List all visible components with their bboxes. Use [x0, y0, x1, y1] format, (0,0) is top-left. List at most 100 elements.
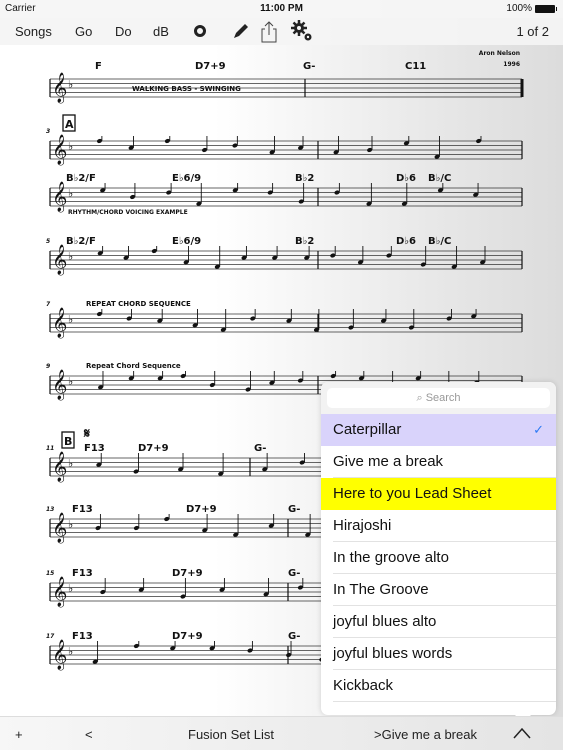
chord-symbol: D7+9	[172, 568, 203, 579]
key-signature-flat: ♭	[68, 314, 73, 326]
set-list-title[interactable]: Fusion Set List	[188, 727, 274, 742]
battery-icon	[535, 4, 557, 13]
rehearsal-mark: A	[65, 118, 74, 131]
chord-symbol: B♭/C	[428, 173, 451, 184]
song-title: In the groove alto	[333, 549, 449, 566]
battery-percent: 100%	[506, 3, 532, 14]
measure-number: 7	[46, 301, 51, 308]
db-button[interactable]: dB	[153, 24, 169, 39]
treble-clef: 𝄞	[52, 181, 67, 213]
page-indicator: 1 of 2	[516, 24, 549, 39]
song-list-item[interactable]: Caterpillar ✓	[321, 414, 556, 446]
record-icon[interactable]	[193, 24, 207, 38]
chord-symbol: D7+9	[172, 631, 203, 642]
key-signature-flat: ♭	[68, 519, 73, 531]
staff-system: 𝄞 ♭	[49, 114, 523, 166]
search-placeholder: Search	[425, 392, 461, 404]
key-signature-flat: ♭	[68, 79, 73, 91]
treble-clef: 𝄞	[52, 72, 67, 104]
chord-symbol: G-	[303, 61, 315, 72]
song-list-item[interactable]: Kickback	[321, 670, 556, 702]
song-list-item[interactable]: In the groove alto	[321, 542, 556, 574]
song-title: Hirajoshi	[333, 517, 392, 534]
chord-symbol: B♭2/F	[66, 236, 96, 247]
pencil-icon[interactable]	[230, 21, 250, 41]
song-title: Caterpillar	[333, 421, 402, 438]
chord-symbol: G-	[254, 443, 266, 454]
song-list-item[interactable]: joyful blues alto	[321, 606, 556, 638]
status-bar: Carrier 11:00 PM 100%	[0, 0, 563, 18]
key-signature-flat: ♭	[68, 188, 73, 200]
treble-clef: 𝄞	[52, 512, 67, 544]
chord-symbol: D♭6	[396, 173, 416, 184]
chord-symbol: F13	[84, 443, 105, 454]
do-button[interactable]: Do	[115, 24, 132, 39]
chord-symbol: G-	[288, 631, 300, 642]
chord-symbol: G-	[288, 568, 300, 579]
key-signature-flat: ♭	[68, 458, 73, 470]
song-title: Here to you Lead Sheet	[333, 485, 492, 502]
song-list-item[interactable]: Here to you Lead Sheet	[321, 478, 556, 510]
gear-icon[interactable]	[290, 19, 314, 43]
chevron-up-icon[interactable]	[513, 727, 531, 739]
composer-name: Aron Nelson	[479, 50, 520, 57]
song-title: joyful blues alto	[333, 613, 437, 630]
bottom-toolbar: + < Fusion Set List >Give me a break	[0, 716, 563, 750]
chord-symbol: C11	[405, 61, 426, 72]
chord-symbol: F13	[72, 504, 93, 515]
song-list-item[interactable]: In The Groove	[321, 574, 556, 606]
treble-clef: 𝄞	[52, 307, 67, 339]
chord-symbol: F	[95, 61, 102, 72]
top-toolbar: Songs Go Do dB 1 of 2	[0, 18, 563, 45]
composition-year: 1996	[503, 61, 520, 68]
measure-number: 17	[46, 633, 55, 640]
add-button[interactable]: +	[15, 727, 23, 742]
chord-symbol: B♭2	[295, 236, 314, 247]
rehearsal-mark: B	[64, 435, 72, 448]
measure-number: 15	[46, 570, 54, 577]
chord-symbol: D♭6	[396, 236, 416, 247]
chord-symbol: F13	[72, 631, 93, 642]
search-input[interactable]: ⌕ Search	[327, 388, 550, 408]
song-list-item[interactable]: Give me a break	[321, 446, 556, 478]
previous-song-button[interactable]: <	[85, 727, 93, 742]
song-title: Kickback	[333, 677, 394, 694]
segno-icon: 𝄋	[83, 426, 90, 442]
measure-number: 3	[46, 128, 50, 135]
treble-clef: 𝄞	[52, 369, 67, 401]
treble-clef: 𝄞	[52, 244, 67, 276]
chord-symbol: E♭6/9	[172, 236, 201, 247]
clock: 11:00 PM	[260, 3, 303, 14]
key-signature-flat: ♭	[68, 376, 73, 388]
song-list-popover: ⌕ Search Caterpillar ✓ Give me a break Here…	[321, 382, 556, 715]
share-icon[interactable]	[260, 21, 278, 43]
song-list-item[interactable]: Hirajoshi	[321, 510, 556, 542]
song-title: joyful blues words	[333, 645, 453, 662]
treble-clef: 𝄞	[52, 134, 67, 166]
staff-system: 𝄞 ♭	[49, 244, 523, 276]
chord-symbol: B♭2	[295, 173, 314, 184]
search-icon: ⌕	[416, 392, 423, 404]
song-title: Give me a break	[333, 453, 444, 470]
treble-clef: 𝄞	[52, 451, 67, 483]
key-signature-flat: ♭	[68, 141, 73, 153]
song-title: In The Groove	[333, 581, 429, 598]
measure-number: 9	[46, 363, 50, 370]
measure-number: 11	[46, 445, 54, 452]
next-song-button[interactable]: >Give me a break	[374, 727, 477, 742]
songs-button[interactable]: Songs	[15, 24, 52, 39]
section-text: Repeat Chord Sequence	[86, 362, 181, 370]
go-button[interactable]: Go	[75, 24, 92, 39]
chord-symbol: F13	[72, 568, 93, 579]
chord-symbol: B♭2/F	[66, 173, 96, 184]
chord-symbol: D7+9	[195, 61, 226, 72]
song-list-item[interactable]: joyful blues words	[321, 638, 556, 670]
chord-symbol: B♭/C	[428, 236, 451, 247]
checkmark-icon: ✓	[533, 422, 544, 437]
section-text: RHYTHM/CHORD VOICING EXAMPLE	[68, 209, 188, 216]
chord-symbol: D7+9	[138, 443, 169, 454]
key-signature-flat: ♭	[68, 646, 73, 658]
treble-clef: 𝄞	[52, 576, 67, 608]
staff-system: 𝄞 ♭ WALKING BASS - SWINGING	[49, 72, 524, 104]
measure-number: 13	[46, 506, 54, 513]
